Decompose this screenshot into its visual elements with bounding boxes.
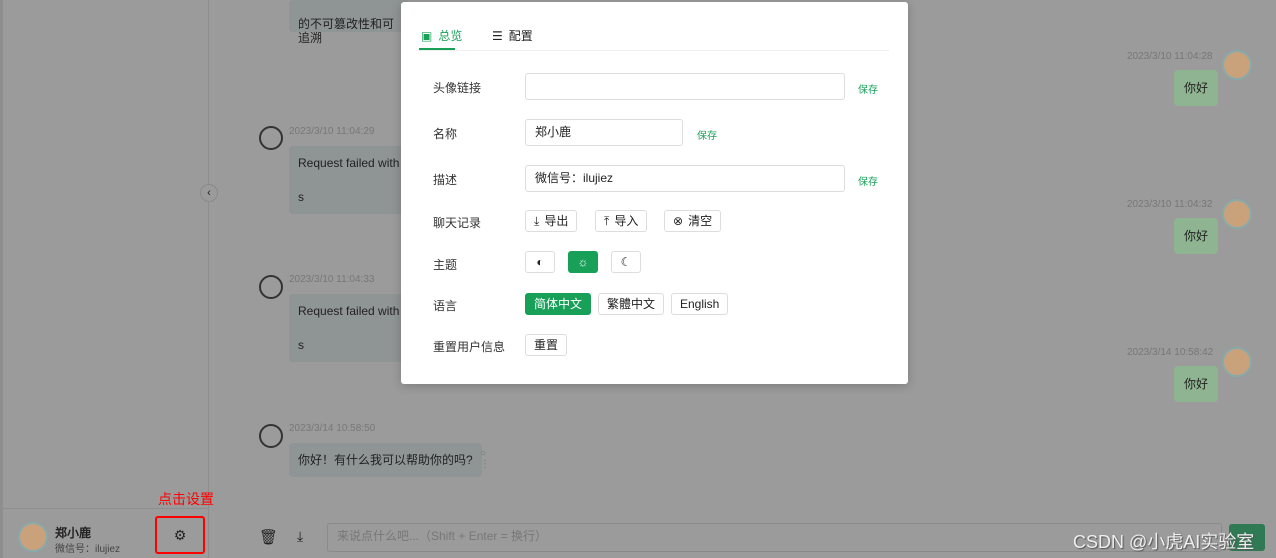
message-bubble: 你好 — [1174, 218, 1219, 254]
gear-icon: ⚙ — [173, 527, 187, 543]
contrast-icon: ◐ — [536, 255, 544, 269]
user-avatar — [1222, 347, 1252, 377]
user-desc: 微信号：ilujiez — [55, 544, 121, 555]
chat-history-label: 聊天记录 — [433, 216, 482, 230]
more-options-icon[interactable]: ○ ⋮ — [480, 448, 490, 470]
theme-label: 主题 — [433, 258, 458, 272]
tab-divider — [419, 50, 889, 51]
delete-icon[interactable]: 🗑 — [259, 528, 278, 546]
chatgpt-logo-icon — [259, 275, 283, 299]
chevron-left-icon: ‹ — [207, 187, 211, 199]
lang-simplified-button[interactable]: 简体中文 — [525, 293, 592, 315]
message-time: 2023/3/10 11:04:33 — [289, 274, 375, 285]
language-label: 语言 — [433, 299, 458, 313]
tab-overview[interactable]: ▣ 总览 — [421, 27, 462, 44]
message-time: 2023/3/10 11:04:32 — [1127, 199, 1213, 210]
theme-auto-button[interactable]: ◐ — [525, 251, 555, 273]
lang-english-button[interactable]: English — [671, 293, 729, 315]
message-time: 2023/3/14 10:58:50 — [289, 423, 376, 434]
theme-light-button[interactable]: ☼ — [568, 251, 598, 273]
message-bubble: Request failed with s — [289, 146, 409, 214]
chatgpt-logo-icon — [259, 126, 283, 150]
save-name-button[interactable]: 保存 — [697, 127, 717, 142]
watermark: CSDN @小虎AI实验室 — [1073, 532, 1255, 552]
message-bubble: 你好 — [1174, 70, 1219, 106]
collapse-sidebar-button[interactable]: ‹ — [200, 184, 218, 202]
profile-icon: ▣ — [421, 28, 433, 43]
upload-icon: ⤒ — [604, 214, 610, 228]
user-avatar — [1222, 199, 1252, 229]
download-icon[interactable]: ⤓ — [297, 528, 303, 545]
export-button[interactable]: ⤓ 导出 — [525, 210, 578, 232]
sun-icon: ☼ — [577, 255, 589, 269]
description-label: 描述 — [433, 173, 458, 187]
moon-icon: ☾ — [620, 255, 632, 269]
download-icon: ⤓ — [534, 214, 540, 228]
close-circle-icon: ⊗ — [673, 214, 684, 228]
reset-user-label: 重置用户信息 — [433, 340, 506, 354]
user-name: 郑小鹿 — [55, 526, 92, 540]
message-time: 2023/3/10 11:04:29 — [289, 126, 375, 137]
user-avatar[interactable] — [18, 522, 48, 552]
settings-list-icon: ☰ — [492, 28, 503, 43]
message-bubble: 的不可篡改性和可追溯 — [289, 0, 409, 45]
tab-config[interactable]: ☰ 配置 — [492, 27, 533, 44]
message-bubble: 你好！有什么我可以帮助你的吗? — [289, 443, 482, 477]
avatar-url-label: 头像链接 — [433, 81, 482, 95]
description-input[interactable]: 微信号：ilujiez — [525, 165, 845, 192]
annotation-label: 点击设置 — [158, 491, 214, 507]
message-bubble: 你好 — [1174, 366, 1219, 402]
theme-dark-button[interactable]: ☾ — [611, 251, 641, 273]
settings-button[interactable]: ⚙ — [155, 516, 205, 554]
user-avatar — [1222, 50, 1252, 80]
reset-button[interactable]: 重置 — [525, 334, 568, 356]
chatgpt-logo-icon — [259, 424, 283, 448]
message-time: 2023/3/14 10:58:42 — [1127, 347, 1214, 358]
name-input[interactable]: 郑小鹿 — [525, 119, 683, 146]
message-bubble: Request failed with s — [289, 294, 409, 362]
lang-traditional-button[interactable]: 繁體中文 — [598, 293, 665, 315]
sidebar — [0, 0, 209, 558]
sidebar-footer: 郑小鹿 微信号：ilujiez ⚙ — [3, 508, 209, 558]
settings-modal: ▣ 总览 ☰ 配置 头像链接 保存 名称 郑小鹿 保存 描述 微信号：ilujiez… — [401, 2, 908, 384]
save-avatar-button[interactable]: 保存 — [858, 81, 878, 96]
name-label: 名称 — [433, 127, 458, 141]
message-time: 2023/3/10 11:04:28 — [1127, 51, 1213, 62]
import-button[interactable]: ⤒ 导入 — [595, 210, 648, 232]
clear-button[interactable]: ⊗ 清空 — [664, 210, 722, 232]
save-description-button[interactable]: 保存 — [858, 173, 878, 188]
avatar-url-input[interactable] — [525, 73, 845, 100]
